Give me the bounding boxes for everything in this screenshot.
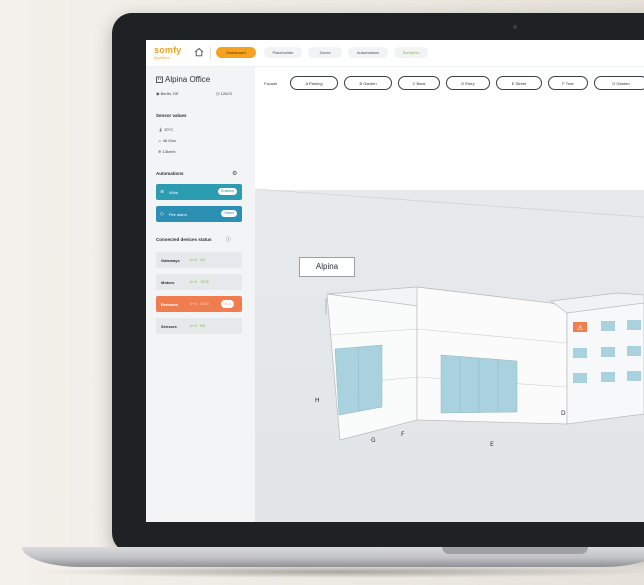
somfy-logo: somfy	[154, 45, 182, 55]
svg-text:⚠: ⚠	[577, 324, 584, 332]
divider	[210, 47, 211, 59]
site-name: Alpina Office	[165, 75, 211, 84]
automations-heading: Automations	[156, 171, 184, 176]
alert-count: 1	[228, 302, 231, 306]
device-row-remotes[interactable]: Remotes ⊳⊲ 12/13 ⚠ 1	[156, 296, 242, 312]
device-count: 76/76	[200, 280, 209, 284]
side-label-e: E	[490, 441, 494, 448]
wind-value: 13km/h	[162, 149, 176, 154]
camera-icon	[513, 25, 517, 29]
tab-dashboard[interactable]: Dashboard	[216, 47, 256, 58]
automation-label: Fire alarm	[169, 212, 188, 217]
home-icon[interactable]	[194, 47, 204, 57]
side-label-f: F	[401, 431, 405, 438]
tab-placeholder[interactable]: Placeholder	[264, 47, 302, 58]
sensor-wind: ≋ 13km/h	[158, 149, 176, 154]
automation-select[interactable]: Select	[221, 210, 237, 217]
building-3d-model[interactable]: ⚠ H G F E D	[255, 67, 644, 522]
sidebar: Alpina Office ◉ Berlin, DE ◷ 12h23 Senso…	[146, 67, 255, 522]
connection-icon: ⊳⊲	[190, 279, 197, 284]
settings-icon[interactable]: ⚙	[232, 170, 237, 177]
laptop-notch	[442, 547, 588, 554]
building-icon	[156, 76, 163, 83]
connection-icon: ⊳⊲	[190, 323, 197, 328]
side-label-d: D	[561, 410, 566, 417]
wind-icon: ≋	[160, 189, 165, 195]
site-location: ◉ Berlin, DE	[156, 91, 179, 96]
sensor-temperature: 🌡 20°C	[158, 127, 174, 132]
automation-fire-alarm[interactable]: ◇ Fire alarm Select	[156, 206, 242, 222]
sensor-values-heading: Sensor values	[156, 113, 187, 118]
building-name-callout: Alpina	[299, 257, 355, 277]
connection-icon: ⊳⊲	[190, 301, 197, 306]
device-count: 12/13	[200, 302, 209, 306]
device-row-motors[interactable]: Motors ⊳⊲ 76/76	[156, 274, 242, 290]
light-value: 46 Klux	[162, 138, 177, 143]
tab-zones[interactable]: Zones	[308, 47, 342, 58]
logo-subtitle: Architect	[154, 55, 170, 60]
automation-toggle[interactable]: Enabled	[218, 188, 237, 195]
side-label-h: H	[315, 397, 320, 404]
info-icon[interactable]: ⓘ	[226, 236, 231, 243]
sensor-light: ☼ 46 Klux	[158, 138, 177, 143]
tab-automations[interactable]: Automations	[348, 47, 388, 58]
device-name: Gateways	[161, 258, 180, 263]
automation-wind[interactable]: ≋ Wind Enabled	[156, 184, 242, 200]
device-row-gateways[interactable]: Gateways ⊳⊲ 4/4	[156, 252, 242, 268]
site-time: ◷ 12h23	[216, 91, 232, 96]
top-bar: somfy Architect Dashboard Placeholder Zo…	[146, 40, 644, 67]
laptop-shadow	[30, 566, 644, 578]
time-text: 12h23	[220, 91, 232, 96]
app-screen: somfy Architect Dashboard Placeholder Zo…	[146, 40, 644, 522]
device-name: Sensors	[161, 324, 177, 329]
device-name: Motors	[161, 280, 175, 285]
device-count: 4/4	[200, 258, 205, 262]
temperature-value: 20°C	[164, 127, 174, 132]
device-name: Remotes	[161, 302, 178, 307]
device-row-sensors[interactable]: Sensors ⊳⊲ 5/5	[156, 318, 242, 334]
connection-icon: ⊳⊲	[190, 257, 197, 262]
location-text: Berlin, DE	[160, 91, 179, 96]
alert-badge[interactable]: ⚠ 1	[221, 300, 234, 308]
devices-heading: Connected devices status	[156, 237, 212, 242]
fire-icon: ◇	[160, 211, 164, 217]
side-label-g: G	[371, 437, 376, 444]
tab-somfygo[interactable]: SomfyGo	[394, 47, 428, 58]
automation-label: Wind	[169, 190, 179, 195]
device-count: 5/5	[200, 324, 205, 328]
